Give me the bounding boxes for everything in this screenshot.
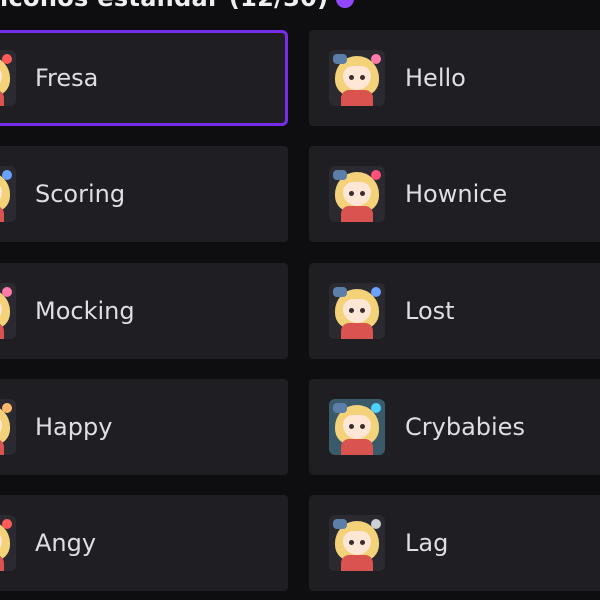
emote-label: Angy	[35, 529, 97, 557]
emote-lag-icon	[329, 515, 385, 571]
emote-mocking-icon	[0, 283, 16, 339]
emote-hownice-icon	[329, 166, 385, 222]
emote-label: Hownice	[405, 180, 508, 208]
emote-card-lag[interactable]: Lag	[309, 495, 600, 591]
emote-label: Happy	[35, 413, 113, 441]
emote-lost-icon	[329, 283, 385, 339]
emote-picker: iconos estándar (12/30) Fresa Hello Scor…	[0, 0, 600, 600]
emote-card-lost[interactable]: Lost	[309, 263, 600, 359]
emote-card-hello[interactable]: Hello	[309, 30, 600, 126]
emote-angy-icon	[0, 515, 16, 571]
emote-card-fresa[interactable]: Fresa	[0, 30, 288, 126]
emote-hello-icon	[329, 50, 385, 106]
emote-label: Fresa	[35, 64, 99, 92]
emote-card-crybabies[interactable]: Crybabies	[309, 379, 600, 475]
emote-label: Hello	[405, 64, 466, 92]
emote-label: Lag	[405, 529, 449, 557]
emote-happy-icon	[0, 399, 16, 455]
emote-label: Mocking	[35, 297, 135, 325]
emote-label: Crybabies	[405, 413, 525, 441]
emote-card-hownice[interactable]: Hownice	[309, 146, 600, 242]
emote-label: Lost	[405, 297, 455, 325]
emote-grid: Fresa Hello Scoring Hownice Mocking Lost…	[0, 0, 600, 600]
emote-label: Scoring	[35, 180, 126, 208]
emote-fresa-icon	[0, 50, 16, 106]
emote-card-scoring[interactable]: Scoring	[0, 146, 288, 242]
emote-card-angy[interactable]: Angy	[0, 495, 288, 591]
emote-card-happy[interactable]: Happy	[0, 379, 288, 475]
emote-crybabies-icon	[329, 399, 385, 455]
emote-scoring-icon	[0, 166, 16, 222]
emote-card-mocking[interactable]: Mocking	[0, 263, 288, 359]
